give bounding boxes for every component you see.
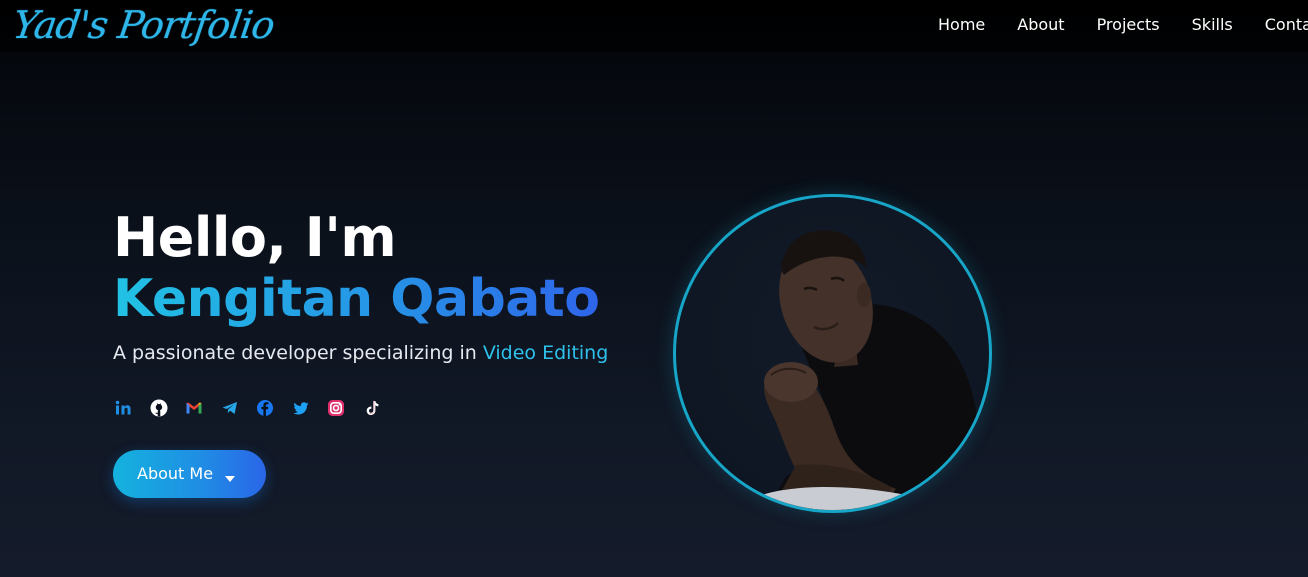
- social-links: [113, 398, 397, 418]
- hero-name: Kengitan Qabato: [113, 270, 608, 328]
- hero-greeting: Hello, I'm: [113, 206, 397, 269]
- navbar: Yad's Portfolio Home About Projects Skil…: [0, 0, 1308, 52]
- linkedin-icon[interactable]: [113, 398, 133, 418]
- instagram-icon[interactable]: [326, 398, 346, 418]
- about-me-label: About Me: [137, 464, 214, 483]
- gmail-icon[interactable]: [184, 398, 204, 418]
- github-icon[interactable]: [149, 398, 169, 418]
- about-me-button[interactable]: About Me: [113, 450, 266, 498]
- nav-link-projects[interactable]: Projects: [1097, 14, 1160, 36]
- nav-link-home[interactable]: Home: [938, 14, 985, 36]
- tiktok-icon[interactable]: [362, 398, 382, 418]
- caret-down-icon: [224, 470, 236, 488]
- telegram-icon[interactable]: [220, 398, 240, 418]
- nav-links: Home About Projects Skills Contact: [938, 14, 1308, 36]
- profile-photo: [673, 194, 992, 513]
- hero-tagline: A passionate developer specializing in V…: [113, 340, 608, 366]
- twitter-icon[interactable]: [291, 398, 311, 418]
- hero-intro: Hello, I'm Kengitan Qabato A passionate …: [113, 206, 608, 366]
- tagline-highlight: Video Editing: [482, 342, 609, 364]
- nav-link-skills[interactable]: Skills: [1192, 14, 1233, 36]
- site-logo[interactable]: Yad's Portfolio: [9, 0, 277, 52]
- facebook-icon[interactable]: [255, 398, 275, 418]
- tagline-prefix: A passionate developer specializing in: [113, 342, 483, 364]
- nav-link-contact[interactable]: Contact: [1265, 14, 1308, 36]
- nav-link-about[interactable]: About: [1017, 14, 1064, 36]
